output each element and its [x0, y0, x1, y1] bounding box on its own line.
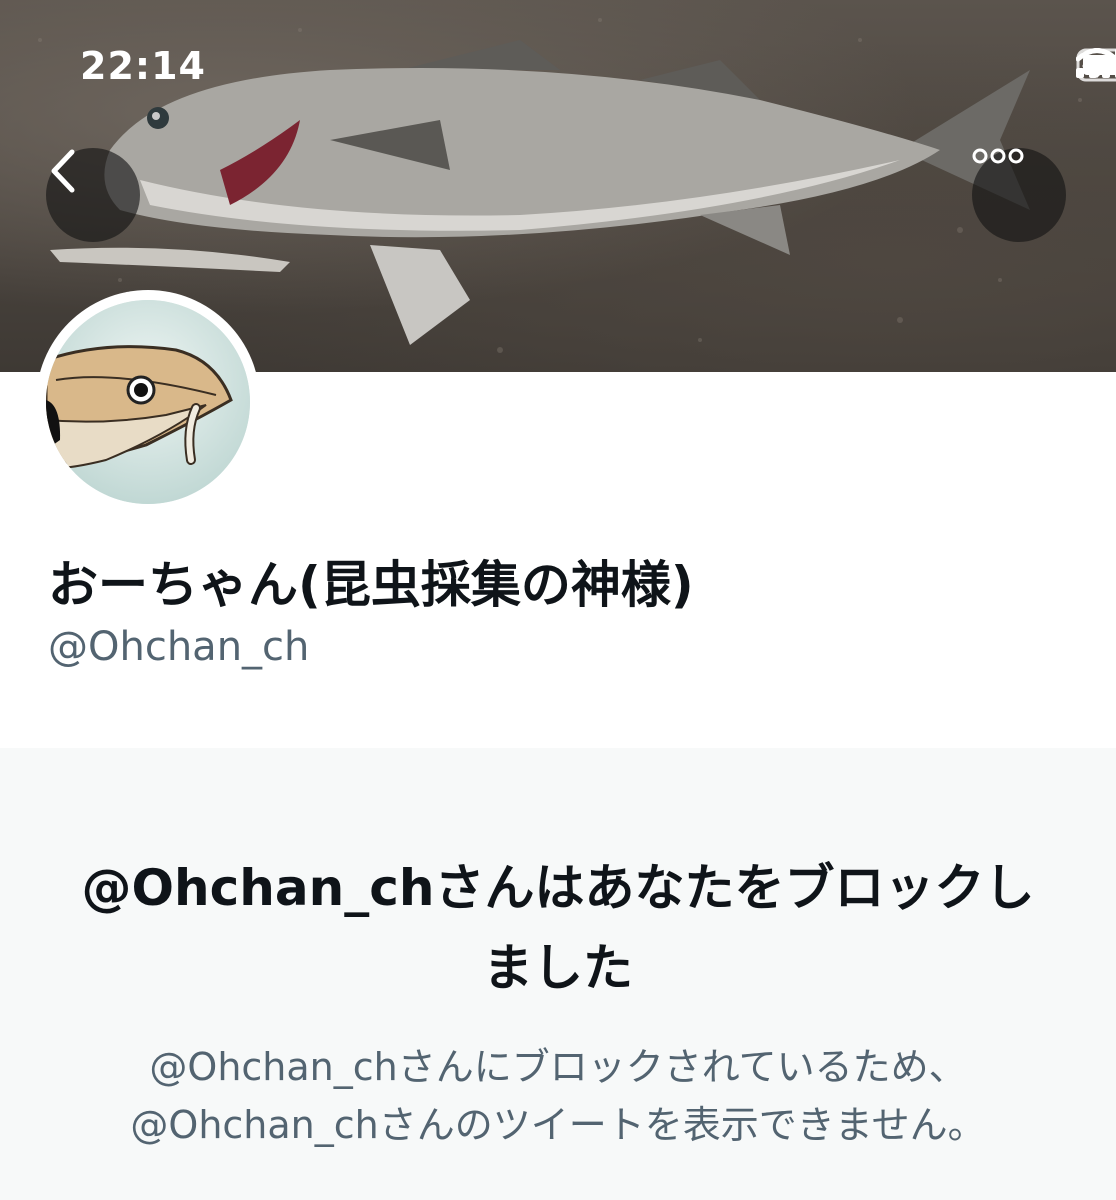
blocked-title: @Ohchan_chさんはあなたをブロックしました: [81, 859, 1035, 997]
battery-icon: [1076, 48, 1116, 82]
more-horizontal-icon: [972, 148, 1024, 164]
profile-handle: @Ohchan_ch: [48, 624, 310, 670]
profile-display-name: おーちゃん(昆虫採集の神様): [48, 556, 694, 614]
profile-avatar[interactable]: [36, 290, 260, 514]
back-button[interactable]: [46, 148, 140, 242]
blocked-message: @Ohchan_chさんにブロックされているため、@Ohchan_chさんのツイ…: [130, 1045, 986, 1147]
avatar-image: [46, 300, 250, 504]
more-options-button[interactable]: [972, 148, 1066, 242]
chevron-left-icon: [51, 149, 75, 193]
status-time: 22:14: [80, 44, 206, 88]
